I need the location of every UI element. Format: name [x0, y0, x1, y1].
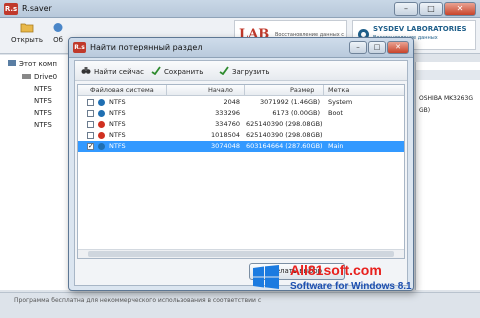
- dialog-close-button[interactable]: ✕: [387, 41, 409, 54]
- load-label: Загрузить: [232, 68, 270, 76]
- dialog-app-icon: R.s: [73, 42, 86, 53]
- column-start[interactable]: Начало: [208, 86, 233, 94]
- row-filesystem: NTFS: [109, 131, 126, 139]
- dialog-maximize-button[interactable]: □: [368, 41, 386, 54]
- app-logo-icon: R.s: [4, 3, 18, 15]
- row-size: 603164664 (287.60GB): [246, 142, 323, 150]
- tree-item[interactable]: NTFS: [34, 109, 52, 117]
- row-size: 625140390 (298.08GB): [246, 120, 323, 128]
- tree-root[interactable]: Этот комп: [8, 60, 57, 68]
- row-start: 334760: [215, 120, 240, 128]
- watermark-site: All81soft.com: [290, 262, 382, 278]
- row-label: System: [328, 98, 353, 106]
- partition-status-icon: [98, 143, 105, 150]
- drive-tree[interactable]: Этот комп Drive0 NTFS NTFS NTFS NTFS: [0, 55, 72, 290]
- disk-info-panel: OSHIBA MK3263G GB): [415, 62, 480, 290]
- partition-status-icon: [98, 132, 105, 139]
- row-checkbox[interactable]: [87, 99, 94, 106]
- row-size: 3071992 (1.46GB): [259, 98, 320, 106]
- sysdev-title: SYSDEV LABORATORIES: [373, 25, 467, 33]
- row-size: 625140390 (298.08GB): [246, 131, 323, 139]
- partition-status-icon: [98, 110, 105, 117]
- drive-icon: [22, 74, 31, 79]
- row-start: 3074048: [211, 142, 240, 150]
- status-text: Программа бесплатна для некоммерческого …: [14, 297, 262, 304]
- dialog-minimize-button[interactable]: –: [349, 41, 367, 54]
- folder-open-icon: [20, 23, 34, 33]
- save-button[interactable]: Сохранить: [151, 66, 203, 76]
- watermark-subtitle: Software for Windows 8.1: [290, 281, 412, 292]
- column-separator: [166, 85, 167, 96]
- dialog-body: Найти сейчас Сохранить Загрузить Файлова…: [74, 60, 408, 286]
- column-separator: [244, 85, 245, 96]
- save-label: Сохранить: [164, 68, 204, 76]
- row-filesystem: NTFS: [109, 142, 126, 150]
- row-label: Main: [328, 142, 344, 150]
- dialog-title-bar: R.s Найти потерянный раздел – □ ✕: [69, 38, 413, 58]
- table-header: Файловая система Начало Размер Метка: [78, 85, 404, 96]
- column-size[interactable]: Размер: [290, 86, 314, 94]
- open-button[interactable]: Открыть: [10, 22, 44, 44]
- table-row[interactable]: NTFS 333296 6173 (0.00GB) Boot: [78, 108, 404, 119]
- row-checkbox[interactable]: [87, 110, 94, 117]
- main-title-bar: R.s R.saver – □ ✕: [0, 0, 480, 18]
- row-checkbox[interactable]: [87, 132, 94, 139]
- load-icon: [219, 66, 229, 75]
- tree-root-label: Этот комп: [19, 60, 57, 68]
- status-bar: Программа бесплатна для некоммерческого …: [0, 292, 480, 318]
- partition-status-icon: [98, 121, 105, 128]
- save-icon: [151, 66, 161, 75]
- row-start: 1018504: [211, 131, 240, 139]
- row-checkbox[interactable]: [87, 142, 94, 150]
- table-row[interactable]: NTFS 1018504 625140390 (298.08GB): [78, 130, 404, 141]
- column-label[interactable]: Метка: [328, 86, 349, 94]
- partition-status-icon: [98, 99, 105, 106]
- column-separator: [323, 85, 324, 96]
- dialog-title: Найти потерянный раздел: [90, 43, 203, 52]
- tree-item[interactable]: NTFS: [34, 97, 52, 105]
- row-start: 333296: [215, 109, 240, 117]
- info-icon: [53, 23, 63, 32]
- panel-header: [416, 70, 480, 80]
- dialog-toolbar: Найти сейчас Сохранить Загрузить: [75, 61, 407, 81]
- partition-table: Файловая система Начало Размер Метка NTF…: [77, 84, 405, 259]
- search-now-label: Найти сейчас: [94, 68, 144, 76]
- column-filesystem[interactable]: Файловая система: [90, 86, 154, 94]
- about-button-label: Об: [53, 36, 63, 44]
- row-checkbox[interactable]: [87, 121, 94, 128]
- computer-icon: [8, 60, 16, 66]
- row-filesystem: NTFS: [109, 98, 126, 106]
- binoculars-icon: [81, 67, 91, 74]
- open-button-label: Открыть: [11, 36, 43, 44]
- windows-logo-icon: [253, 265, 279, 289]
- horizontal-scrollbar[interactable]: [78, 249, 404, 258]
- disk-size: GB): [419, 107, 431, 114]
- row-size: 6173 (0.00GB): [272, 109, 320, 117]
- main-window-title: R.saver: [22, 4, 52, 13]
- disk-model: OSHIBA MK3263G: [419, 95, 473, 102]
- tree-drive[interactable]: Drive0: [22, 73, 57, 81]
- maximize-button[interactable]: □: [419, 2, 443, 16]
- scrollbar-thumb[interactable]: [88, 251, 394, 257]
- close-button[interactable]: ✕: [444, 2, 476, 16]
- table-row[interactable]: NTFS 3074048 603164664 (287.60GB) Main: [78, 141, 404, 152]
- row-label: Boot: [328, 109, 343, 117]
- tree-item[interactable]: NTFS: [34, 85, 52, 93]
- row-filesystem: NTFS: [109, 120, 126, 128]
- row-filesystem: NTFS: [109, 109, 126, 117]
- table-row[interactable]: NTFS 334760 625140390 (298.08GB): [78, 119, 404, 130]
- tree-drive-label: Drive0: [34, 73, 58, 81]
- search-now-button[interactable]: Найти сейчас: [81, 66, 144, 76]
- table-row[interactable]: NTFS 2048 3071992 (1.46GB) System: [78, 97, 404, 108]
- row-start: 2048: [223, 98, 240, 106]
- about-button[interactable]: Об: [48, 22, 68, 44]
- load-button[interactable]: Загрузить: [219, 66, 270, 76]
- find-partition-dialog: R.s Найти потерянный раздел – □ ✕ Найти …: [68, 37, 414, 291]
- minimize-button[interactable]: –: [394, 2, 418, 16]
- tree-item[interactable]: NTFS: [34, 121, 52, 129]
